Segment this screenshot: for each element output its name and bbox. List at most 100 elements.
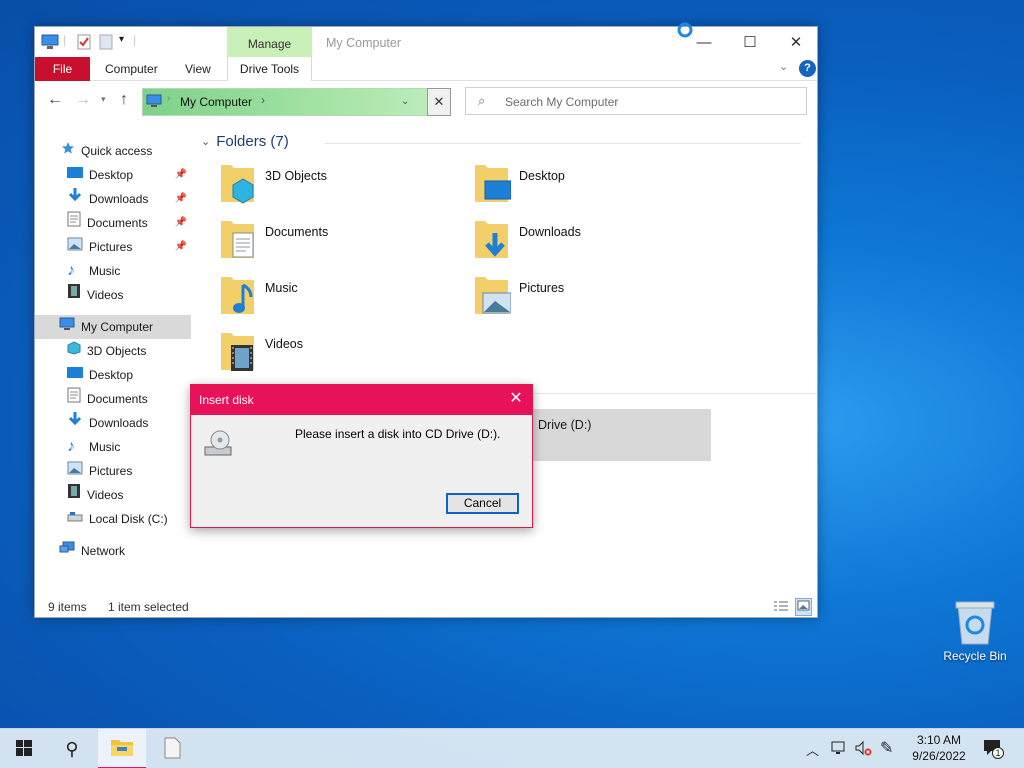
chevron-right-icon[interactable]: › — [261, 93, 265, 107]
volume-muted-icon[interactable] — [854, 740, 872, 759]
picture-icon — [67, 459, 83, 483]
new-folder-icon[interactable] — [99, 34, 113, 53]
clear-address-button[interactable]: ✕ — [427, 88, 451, 116]
cd-drive-tile[interactable]: Drive (D:) — [533, 409, 711, 461]
nav-pc-pictures[interactable]: Pictures — [35, 459, 191, 483]
back-arrow-icon[interactable]: ← — [47, 91, 63, 109]
pin-icon[interactable]: 📌 — [175, 235, 187, 259]
help-icon[interactable]: ? — [799, 60, 816, 77]
pictures-folder-icon — [473, 273, 512, 322]
nav-quick-downloads[interactable]: Downloads 📌 — [35, 187, 191, 211]
section-header-folders[interactable]: ⌄ Folders (7) — [201, 133, 289, 150]
folder-tile[interactable]: Pictures — [473, 273, 564, 323]
nav-quick-videos[interactable]: Videos — [35, 283, 191, 307]
show-hidden-icons-icon[interactable]: ︿ — [806, 740, 819, 759]
drive-label: Drive (D:) — [538, 418, 592, 432]
network-status-icon[interactable] — [830, 740, 848, 759]
close-icon: ✕ — [433, 94, 445, 109]
film-icon — [67, 483, 81, 507]
clock-time: 3:10 AM — [916, 733, 962, 747]
videos-folder-icon — [219, 329, 257, 378]
dialog-close-button[interactable]: ✕ — [500, 385, 532, 415]
folder-tile[interactable]: Documents — [219, 217, 328, 267]
tab-view[interactable]: View — [171, 57, 225, 81]
folder-label: Videos — [265, 337, 303, 351]
properties-icon[interactable] — [77, 34, 91, 53]
quick-access-toolbar-dropdown-icon[interactable]: ▾ — [119, 34, 124, 45]
section-title: Folders (7) — [216, 133, 289, 150]
notepad-taskbar-button[interactable] — [148, 729, 196, 768]
recent-locations-icon[interactable]: ▾ — [101, 94, 106, 105]
star-icon — [61, 139, 75, 163]
desktop-folder-icon — [473, 161, 512, 210]
nav-label: Music — [89, 264, 121, 278]
tab-file[interactable]: File — [35, 57, 90, 81]
download-arrow-icon — [67, 187, 83, 211]
forward-arrow-icon[interactable]: → — [75, 91, 91, 109]
pen-workspace-icon[interactable]: ✎ — [880, 738, 893, 758]
folder-tile[interactable]: Videos — [219, 329, 303, 379]
pin-icon[interactable]: 📌 — [175, 211, 187, 235]
tab-drive-tools[interactable]: Drive Tools — [227, 57, 312, 81]
nav-label: My Computer — [81, 320, 154, 334]
separator: | — [63, 33, 67, 47]
tab-computer[interactable]: Computer — [91, 57, 172, 81]
nav-my-computer[interactable]: My Computer — [35, 315, 191, 339]
file-explorer-taskbar-button[interactable] — [98, 729, 146, 768]
nav-quick-desktop[interactable]: Desktop 📌 — [35, 163, 191, 187]
up-arrow-icon[interactable]: ↑ — [120, 91, 128, 109]
folder-tile[interactable]: Music — [219, 273, 298, 323]
nav-quick-documents[interactable]: Documents 📌 — [35, 211, 191, 235]
nav-pc-local-disk[interactable]: Local Disk (C:) — [35, 507, 191, 531]
network-icon — [59, 539, 75, 563]
taskbar: ⚲ ︿ ✎ 3:10 AM 9/26/2022 1 — [0, 728, 1024, 768]
folder-label: Downloads — [519, 225, 581, 239]
nav-pc-music[interactable]: ♪ Music — [35, 435, 191, 459]
maximize-button[interactable]: ☐ — [727, 27, 773, 57]
ribbon-tabs: File Computer View ⌄ ? — [35, 57, 817, 81]
folder-tile[interactable]: Desktop — [473, 161, 565, 211]
nav-pc-documents[interactable]: Documents — [35, 387, 191, 411]
nav-pc-downloads[interactable]: Downloads — [35, 411, 191, 435]
recycle-bin-desktop-icon[interactable]: Recycle Bin — [938, 600, 1012, 672]
cd-drive-icon — [203, 429, 235, 460]
expand-ribbon-icon[interactable]: ⌄ — [779, 60, 788, 73]
chevron-right-icon[interactable]: › — [167, 93, 170, 104]
pin-icon[interactable]: 📌 — [175, 163, 187, 187]
nav-network[interactable]: Network — [35, 539, 191, 563]
nav-pc-3d-objects[interactable]: 3D Objects — [35, 339, 191, 363]
address-location[interactable]: My Computer — [180, 95, 252, 109]
large-icons-view-icon[interactable] — [795, 598, 812, 616]
close-button[interactable]: ✕ — [773, 27, 819, 57]
folder-tile[interactable]: Downloads — [473, 217, 581, 267]
dialog-title: Insert disk — [199, 393, 254, 407]
document-icon — [67, 211, 81, 235]
chevron-down-icon[interactable]: ⌄ — [401, 96, 409, 107]
navigation-pane: Quick access Desktop 📌 Downloads 📌 Documen… — [35, 131, 191, 593]
search-icon: ⚲ — [65, 738, 79, 759]
cube-icon — [67, 339, 81, 363]
folder-label: 3D Objects — [265, 169, 327, 183]
folder-label: Music — [265, 281, 298, 295]
details-view-icon[interactable] — [773, 599, 789, 616]
nav-pc-videos[interactable]: Videos — [35, 483, 191, 507]
dialog-message: Please insert a disk into CD Drive (D:). — [295, 427, 501, 441]
nav-pc-desktop[interactable]: Desktop — [35, 363, 191, 387]
address-bar[interactable]: › My Computer › ⌄ — [142, 88, 450, 116]
folder-tile[interactable]: 3D Objects — [219, 161, 327, 211]
nav-quick-pictures[interactable]: Pictures 📌 — [35, 235, 191, 259]
nav-label: Videos — [87, 488, 124, 502]
desktop-icon — [67, 363, 83, 387]
explorer-window: | ▾ | Manage My Computer — ☐ ✕ File Comp… — [34, 22, 819, 618]
start-button[interactable] — [0, 729, 48, 768]
nav-quick-access[interactable]: Quick access — [35, 139, 191, 163]
pin-icon[interactable]: 📌 — [175, 187, 187, 211]
minimize-button[interactable]: — — [681, 27, 727, 57]
cancel-button[interactable]: Cancel — [446, 493, 519, 514]
search-input[interactable]: ⌕ Search My Computer — [465, 87, 807, 115]
search-button[interactable]: ⚲ — [48, 729, 96, 768]
notifications-button[interactable]: 1 — [983, 739, 1004, 760]
nav-quick-music[interactable]: ♪ Music — [35, 259, 191, 283]
tab-manage[interactable]: Manage — [227, 27, 312, 57]
clock[interactable]: 3:10 AM 9/26/2022 — [905, 732, 973, 764]
